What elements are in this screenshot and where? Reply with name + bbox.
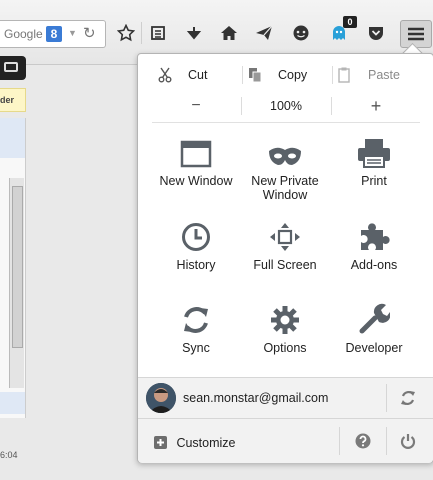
new-private-window-label: New Private Window (251, 174, 319, 202)
copy-icon (249, 68, 262, 83)
chevron-down-icon[interactable]: ▼ (68, 28, 77, 38)
divider (242, 66, 243, 84)
window-icon (180, 140, 212, 168)
options-button[interactable]: Options (235, 301, 335, 355)
hamburger-icon (408, 27, 424, 41)
new-window-label: New Window (159, 174, 233, 188)
background-timestamp: 6:04 (0, 450, 18, 460)
bookmarks-menu-icon[interactable] (146, 22, 170, 44)
fullscreen-icon (270, 223, 300, 251)
background-label: der (0, 88, 26, 112)
download-icon[interactable] (182, 22, 206, 44)
plus-box-icon (154, 436, 167, 449)
developer-button[interactable]: Developer (324, 301, 424, 355)
home-icon[interactable] (217, 22, 241, 44)
print-label: Print (361, 174, 387, 188)
mask-icon (269, 147, 301, 165)
divider (332, 66, 333, 84)
search-input[interactable]: Google (4, 27, 43, 41)
sync-button[interactable]: Sync (146, 301, 246, 355)
copy-label: Copy (278, 68, 308, 82)
puzzle-icon (361, 223, 390, 250)
notification-count-badge: 0 (343, 16, 357, 28)
history-label: History (176, 258, 216, 272)
new-window-button[interactable]: New Window (146, 134, 246, 188)
toolbar-divider (141, 22, 142, 44)
paste-label: Paste (368, 68, 400, 82)
add-ons-label: Add-ons (350, 258, 398, 272)
divider (386, 427, 387, 455)
clipboard-icon (338, 67, 350, 83)
divider (152, 122, 420, 123)
new-private-window-button[interactable]: New Private Window (235, 134, 335, 202)
zoom-controls: − 100% + (152, 94, 420, 118)
background-window-icon (0, 56, 26, 80)
history-button[interactable]: History (146, 218, 246, 272)
open-menu-button[interactable] (400, 20, 432, 48)
avatar (146, 383, 176, 413)
zoom-reset-button[interactable]: 100% (242, 94, 330, 118)
full-screen-button[interactable]: Full Screen (235, 218, 335, 272)
background-header (0, 118, 25, 158)
search-bar[interactable]: Google 8 ▼ ↻ (0, 20, 106, 48)
paste-button[interactable]: Paste (338, 64, 422, 86)
copy-button[interactable]: Copy (248, 64, 332, 86)
search-engine-icon[interactable]: 8 (46, 26, 62, 42)
printer-icon (358, 139, 390, 168)
background-row (0, 392, 25, 414)
divider (386, 384, 387, 412)
zoom-in-button[interactable]: + (332, 94, 420, 118)
bookmark-star-icon[interactable] (114, 22, 138, 44)
send-icon[interactable] (252, 22, 276, 44)
wrench-icon (359, 303, 390, 334)
clock-icon (182, 223, 210, 251)
account-email[interactable]: sean.monstar@gmail.com (183, 391, 328, 405)
gear-icon (271, 306, 299, 334)
chat-icon[interactable] (289, 22, 313, 44)
add-ons-button[interactable]: Add-ons (324, 218, 424, 272)
options-label: Options (263, 341, 307, 355)
customize-label: Customize (176, 436, 236, 450)
customize-button[interactable]: Customize (154, 434, 236, 452)
full-screen-label: Full Screen (253, 258, 317, 272)
sync-label: Sync (182, 341, 210, 355)
print-button[interactable]: Print (324, 134, 424, 188)
edit-controls: Cut Copy Paste (152, 64, 420, 86)
pocket-icon[interactable] (364, 22, 388, 44)
scissors-icon (158, 67, 172, 83)
help-icon[interactable] (355, 433, 371, 454)
cut-label: Cut (188, 68, 208, 82)
reload-icon[interactable]: ↻ (83, 24, 96, 42)
account-row[interactable]: sean.monstar@gmail.com (138, 377, 433, 418)
divider (339, 427, 340, 455)
background-scrollbar[interactable] (9, 178, 24, 388)
developer-label: Developer (345, 341, 403, 355)
cut-button[interactable]: Cut (158, 64, 238, 86)
sync-now-icon[interactable] (400, 390, 416, 411)
sync-icon (184, 307, 208, 333)
zoom-out-button[interactable]: − (152, 94, 240, 118)
quit-power-icon[interactable] (400, 433, 416, 454)
main-menu-panel: Cut Copy Paste − 100% + New Window New P… (137, 53, 433, 463)
customize-row: Customize (138, 418, 433, 463)
